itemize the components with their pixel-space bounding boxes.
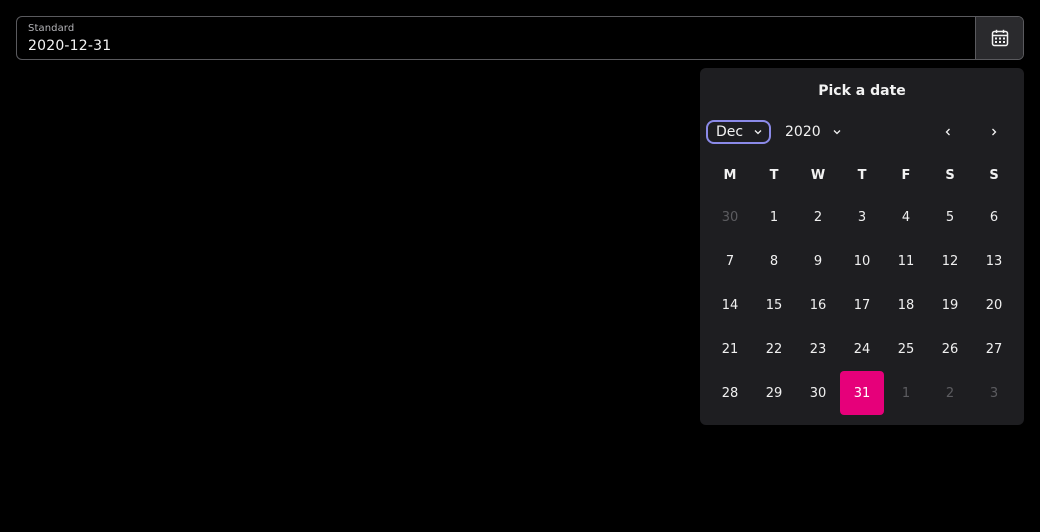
chevron-left-icon bbox=[945, 128, 950, 136]
day-label: 15 bbox=[765, 297, 783, 313]
calendar-button[interactable] bbox=[975, 17, 1023, 59]
date-input-field[interactable]: Standard 2020-12-31 bbox=[16, 16, 1024, 60]
day-cell[interactable]: 25 bbox=[884, 327, 928, 371]
day-label: 18 bbox=[897, 297, 915, 313]
day-label: 1 bbox=[769, 209, 779, 225]
chevron-down-icon bbox=[833, 130, 841, 135]
weekday-header: MTWTFSS bbox=[708, 168, 1016, 188]
day-label: 20 bbox=[985, 297, 1003, 313]
day-label: 3 bbox=[857, 209, 867, 225]
year-select-value: 2020 bbox=[785, 124, 821, 140]
weekday-label: T bbox=[857, 168, 867, 183]
weekday-label: S bbox=[945, 168, 955, 183]
day-label: 14 bbox=[721, 297, 739, 313]
day-label: 30 bbox=[721, 209, 739, 225]
day-cell[interactable]: 10 bbox=[840, 239, 884, 283]
day-cell[interactable]: 5 bbox=[928, 195, 972, 239]
day-cell[interactable]: 7 bbox=[708, 239, 752, 283]
next-month-button[interactable] bbox=[982, 120, 1006, 144]
previous-month-button[interactable] bbox=[936, 120, 960, 144]
day-label: 27 bbox=[985, 341, 1003, 357]
chevron-down-icon bbox=[754, 130, 762, 135]
day-label: 7 bbox=[725, 253, 735, 269]
day-label: 17 bbox=[853, 297, 871, 313]
calendar-icon bbox=[991, 29, 1008, 47]
day-cell-outside[interactable]: 1 bbox=[884, 371, 928, 415]
day-cell[interactable]: 14 bbox=[708, 283, 752, 327]
popup-title: Pick a date bbox=[818, 83, 906, 99]
date-input-area[interactable]: Standard 2020-12-31 bbox=[17, 17, 975, 59]
day-cell[interactable]: 21 bbox=[708, 327, 752, 371]
day-label: 23 bbox=[809, 341, 827, 357]
day-label: 13 bbox=[985, 253, 1003, 269]
day-cell[interactable]: 6 bbox=[972, 195, 1016, 239]
day-cell[interactable]: 18 bbox=[884, 283, 928, 327]
day-label: 22 bbox=[765, 341, 783, 357]
day-cell[interactable]: 30 bbox=[796, 371, 840, 415]
day-cell[interactable]: 24 bbox=[840, 327, 884, 371]
day-label: 6 bbox=[989, 209, 999, 225]
weekday-label: S bbox=[989, 168, 999, 183]
day-cell[interactable]: 28 bbox=[708, 371, 752, 415]
day-cell[interactable]: 19 bbox=[928, 283, 972, 327]
day-grid: 30 1 2 3 4 5 6 7 8 9 10 11 12 13 14 15 16 17 18 19 20 21 22 23 2… bbox=[708, 195, 1016, 415]
day-cell[interactable]: 17 bbox=[840, 283, 884, 327]
day-cell[interactable]: 11 bbox=[884, 239, 928, 283]
day-cell[interactable]: 13 bbox=[972, 239, 1016, 283]
day-cell[interactable]: 16 bbox=[796, 283, 840, 327]
day-cell[interactable]: 2 bbox=[796, 195, 840, 239]
day-label: 16 bbox=[809, 297, 827, 313]
weekday-label: W bbox=[810, 168, 826, 183]
day-cell-outside[interactable]: 3 bbox=[972, 371, 1016, 415]
day-cell[interactable]: 1 bbox=[752, 195, 796, 239]
day-label: 24 bbox=[853, 341, 871, 357]
day-label: 3 bbox=[989, 385, 999, 401]
date-value[interactable]: 2020-12-31 bbox=[28, 38, 111, 54]
day-label: 19 bbox=[941, 297, 959, 313]
day-label: 4 bbox=[901, 209, 911, 225]
day-label: 1 bbox=[901, 385, 911, 401]
day-cell[interactable]: 29 bbox=[752, 371, 796, 415]
weekday-label: F bbox=[901, 168, 911, 183]
day-label: 12 bbox=[941, 253, 959, 269]
day-label: 25 bbox=[897, 341, 915, 357]
day-label: 5 bbox=[945, 209, 955, 225]
day-label: 29 bbox=[765, 385, 783, 401]
day-label: 2 bbox=[945, 385, 955, 401]
date-picker-popup: Pick a date Dec 2020 MTWTFSS 30 1 2 3 4 5 6 7 8 9… bbox=[700, 68, 1024, 425]
day-cell[interactable]: 26 bbox=[928, 327, 972, 371]
month-select[interactable]: Dec bbox=[706, 120, 771, 144]
day-label: 30 bbox=[809, 385, 827, 401]
day-cell-outside[interactable]: 30 bbox=[708, 195, 752, 239]
day-cell[interactable]: 12 bbox=[928, 239, 972, 283]
year-select[interactable]: 2020 bbox=[778, 120, 850, 144]
day-label: 28 bbox=[721, 385, 739, 401]
day-cell[interactable]: 3 bbox=[840, 195, 884, 239]
day-cell[interactable]: 15 bbox=[752, 283, 796, 327]
day-cell[interactable]: 20 bbox=[972, 283, 1016, 327]
day-cell[interactable]: 4 bbox=[884, 195, 928, 239]
day-cell[interactable]: 22 bbox=[752, 327, 796, 371]
field-label: Standard bbox=[28, 23, 75, 34]
day-label: 10 bbox=[853, 253, 871, 269]
day-cell[interactable]: 9 bbox=[796, 239, 840, 283]
day-cell[interactable]: 23 bbox=[796, 327, 840, 371]
day-label: 2 bbox=[813, 209, 823, 225]
day-label: 9 bbox=[813, 253, 823, 269]
weekday-label: M bbox=[723, 168, 737, 183]
day-label: 26 bbox=[941, 341, 959, 357]
day-label: 21 bbox=[721, 341, 739, 357]
month-select-value: Dec bbox=[716, 124, 744, 140]
day-cell-outside[interactable]: 2 bbox=[928, 371, 972, 415]
day-label: 31 bbox=[840, 371, 884, 415]
day-label: 8 bbox=[769, 253, 779, 269]
day-cell[interactable]: 8 bbox=[752, 239, 796, 283]
chevron-right-icon bbox=[992, 128, 997, 136]
day-cell[interactable]: 27 bbox=[972, 327, 1016, 371]
weekday-label: T bbox=[769, 168, 779, 183]
day-label: 11 bbox=[897, 253, 915, 269]
day-cell-selected[interactable]: 31 bbox=[840, 371, 884, 415]
